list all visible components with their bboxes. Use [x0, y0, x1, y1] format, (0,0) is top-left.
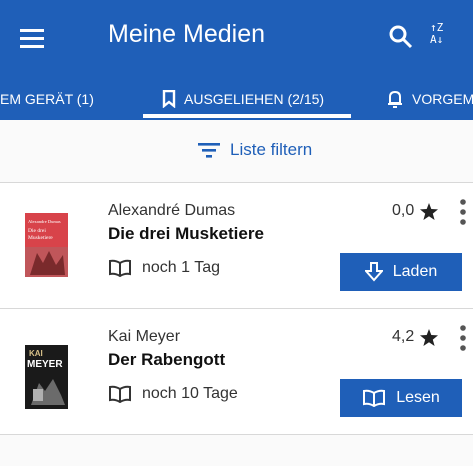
read-label: Lesen — [396, 389, 440, 406]
cover-author-first: KAI — [29, 349, 43, 358]
filter-icon — [198, 143, 220, 158]
bookmark-icon — [162, 90, 176, 108]
book-cover: Alexandre Dumas Die drei Musketiere — [25, 213, 68, 277]
page-title: Meine Medien — [108, 20, 266, 48]
loan-period: noch 1 Tag — [108, 259, 220, 277]
app-bar: Meine Medien ↑Z A↓ — [0, 0, 473, 78]
tab-reserved[interactable]: VORGEM — [386, 78, 473, 120]
loan-text: noch 1 Tag — [142, 259, 220, 276]
book-author: Alexandré Dumas — [108, 202, 236, 219]
rating: 4,2 — [392, 328, 439, 346]
cover-title-line-1: Die drei — [28, 228, 46, 234]
star-icon — [420, 202, 439, 220]
filter-bar: Liste filtern — [0, 120, 473, 183]
cover-title-line-2: Musketiere — [28, 235, 53, 241]
download-button[interactable]: Laden — [340, 253, 462, 291]
book-title: Der Rabengott — [108, 350, 226, 369]
search-icon[interactable] — [388, 24, 414, 50]
tab-on-device[interactable]: EM GERÄT (1) — [0, 78, 94, 120]
menu-icon[interactable] — [18, 24, 48, 54]
tab-label: EM GERÄT (1) — [0, 91, 94, 107]
rating-value: 4,2 — [392, 328, 415, 345]
download-label: Laden — [392, 263, 438, 280]
rating-value: 0,0 — [392, 202, 415, 219]
loan-text: noch 10 Tage — [142, 385, 238, 402]
star-icon — [420, 328, 439, 346]
open-book-icon — [109, 385, 131, 403]
cover-author: Alexandre Dumas — [28, 219, 61, 224]
sort-label-bottom: A↓ — [430, 33, 444, 46]
sort-az-icon[interactable]: ↑Z A↓ — [430, 22, 466, 54]
active-tab-indicator — [143, 114, 351, 118]
open-book-icon — [363, 389, 386, 407]
list-item[interactable]: KAI MEYER Kai Meyer Der Rabengott noch 1… — [0, 309, 473, 435]
download-arrow-icon — [364, 262, 383, 282]
filter-button[interactable]: Liste filtern — [198, 140, 312, 160]
book-title: Die drei Musketiere — [108, 224, 264, 243]
more-options-icon[interactable] — [458, 197, 468, 227]
cover-author-last: MEYER — [27, 359, 63, 370]
read-button[interactable]: Lesen — [340, 379, 462, 417]
loan-period: noch 10 Tage — [108, 385, 238, 403]
book-cover: KAI MEYER — [25, 345, 68, 409]
rating: 0,0 — [392, 202, 439, 220]
tab-label: VORGEM — [412, 91, 473, 107]
bell-icon — [388, 90, 402, 108]
filter-label: Liste filtern — [230, 140, 313, 159]
more-options-icon[interactable] — [458, 323, 468, 353]
book-author: Kai Meyer — [108, 328, 181, 345]
open-book-icon — [109, 259, 131, 277]
list-item[interactable]: Alexandre Dumas Die drei Musketiere Alex… — [0, 183, 473, 309]
tab-label: AUSGELIEHEN (2/15) — [184, 91, 325, 107]
